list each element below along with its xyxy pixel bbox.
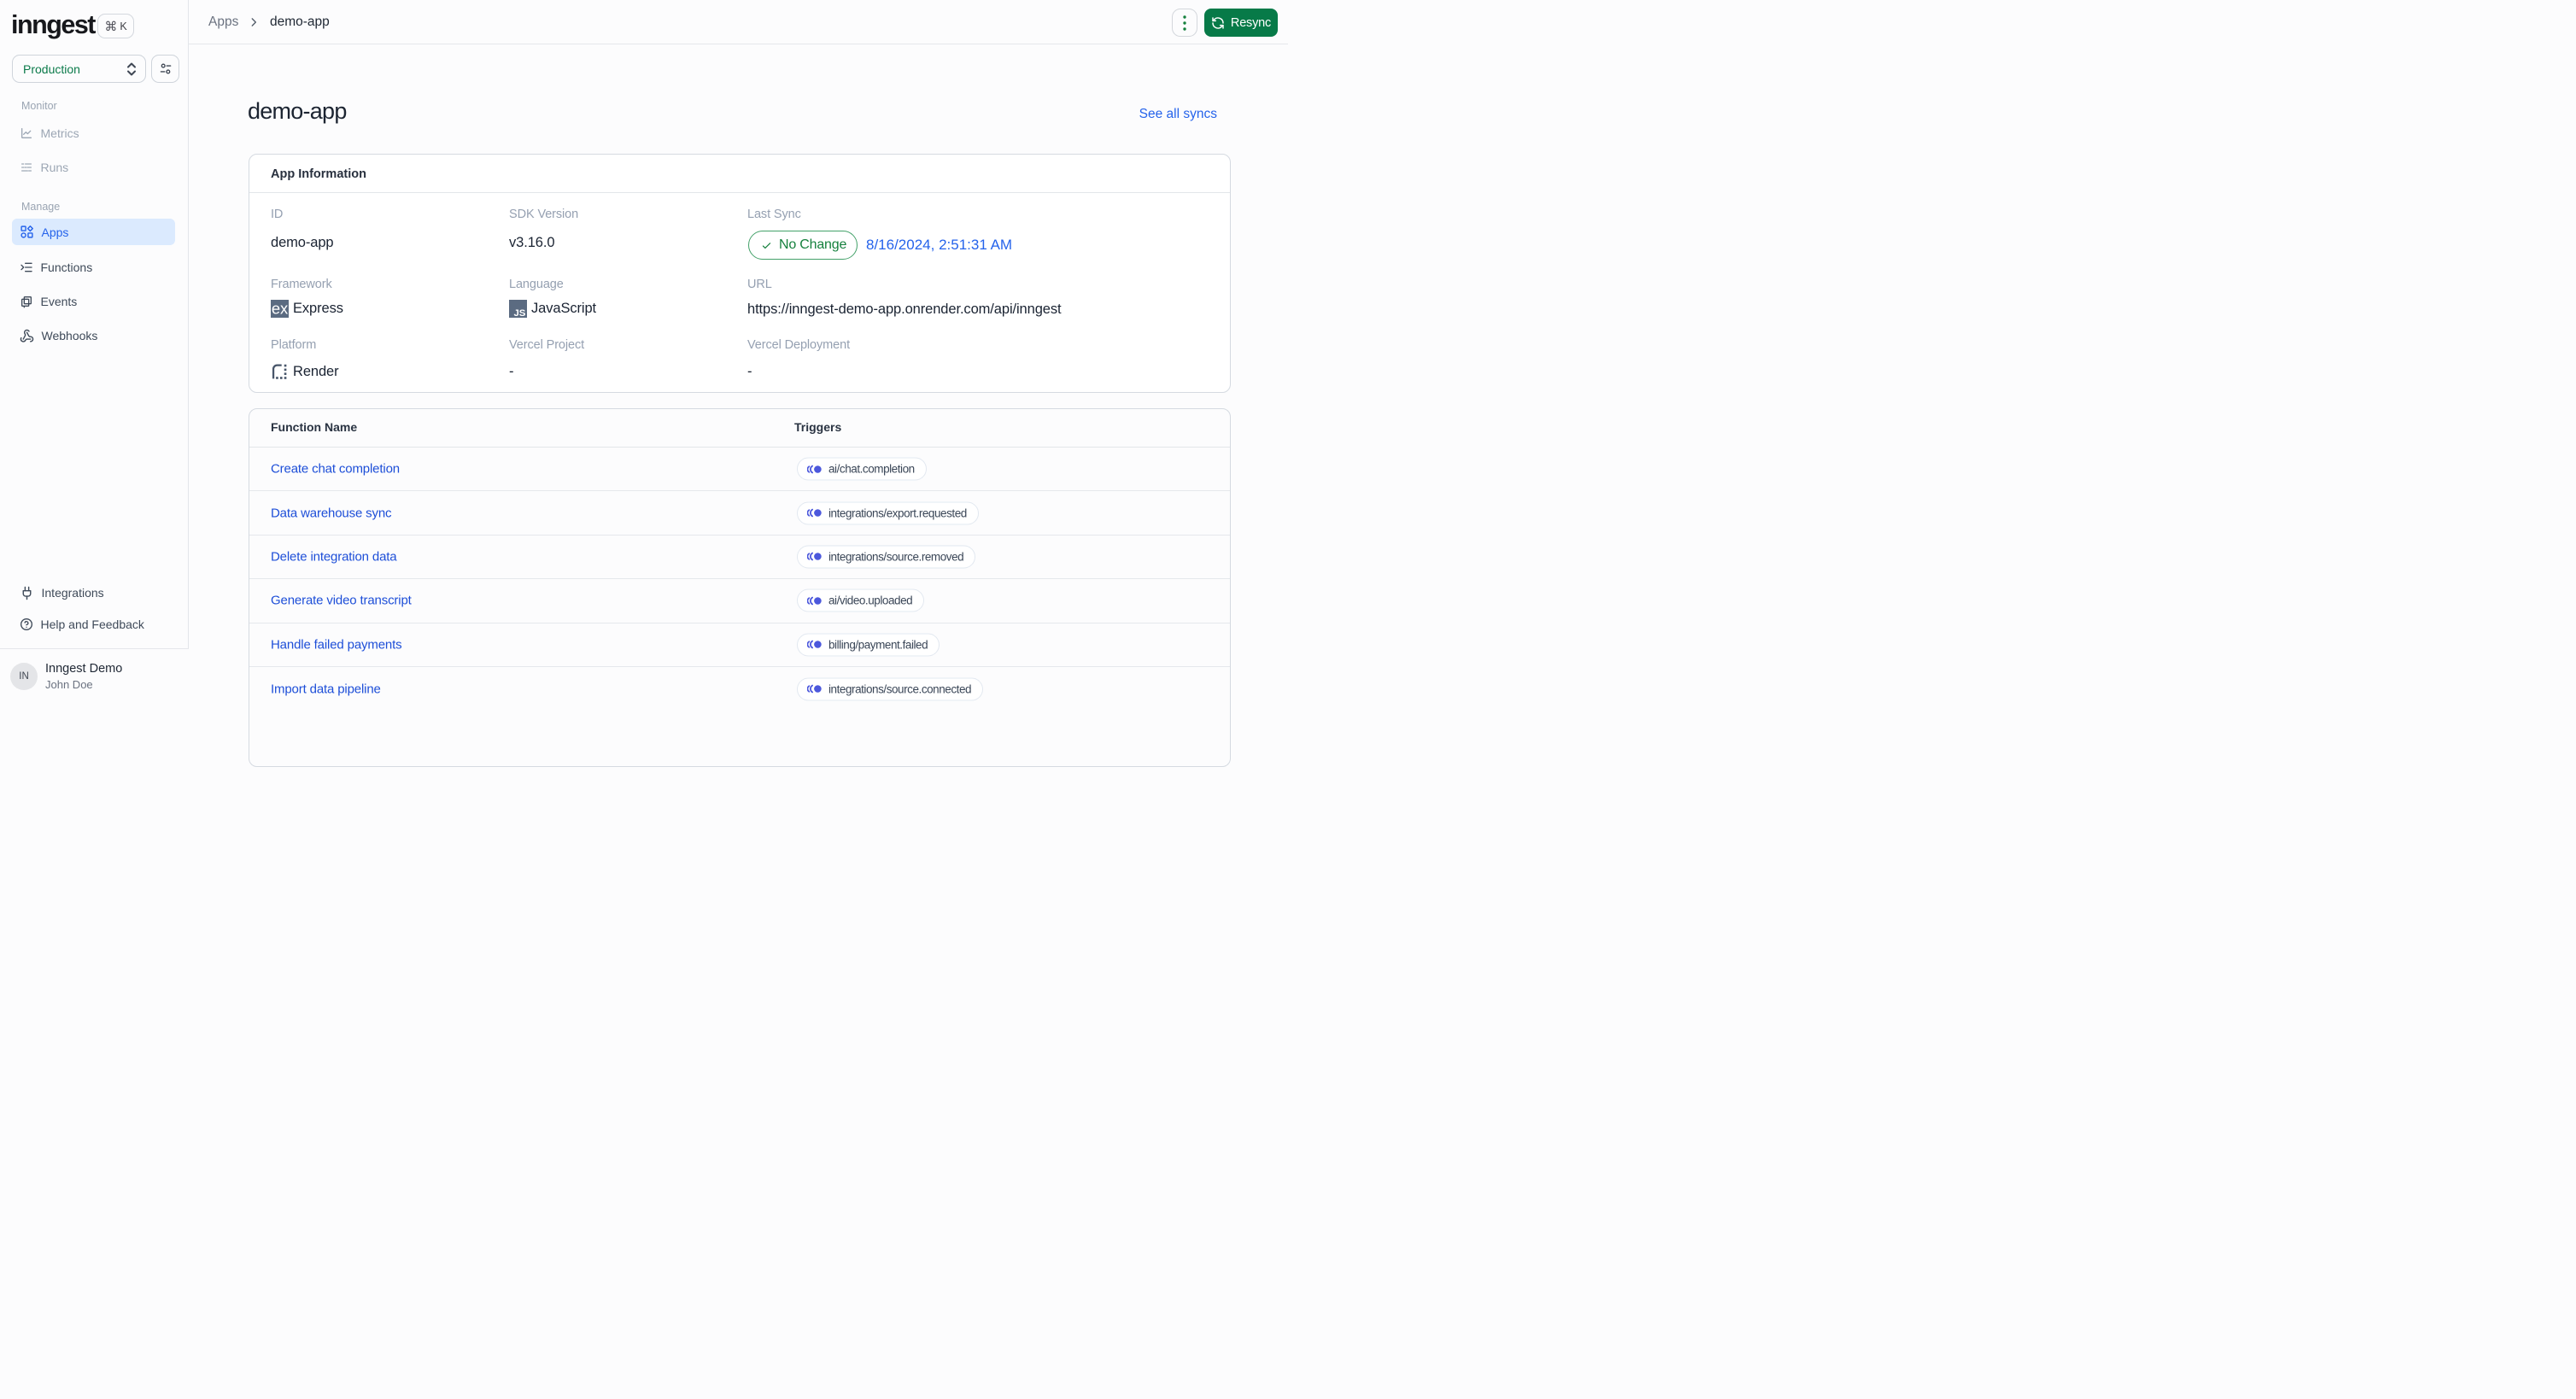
svg-text:JS: JS xyxy=(514,308,526,318)
svg-text:ex: ex xyxy=(272,300,288,318)
